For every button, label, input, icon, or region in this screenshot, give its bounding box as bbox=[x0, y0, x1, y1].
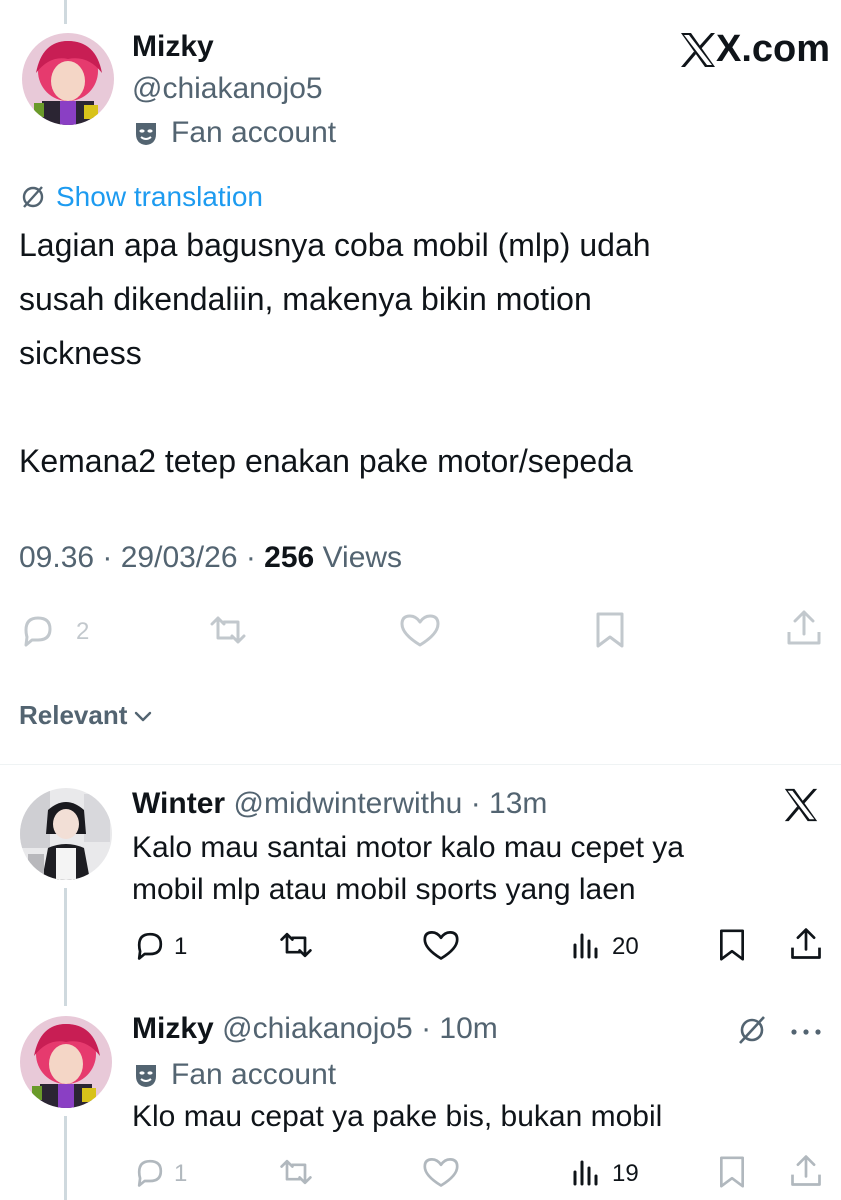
x-logo-icon bbox=[678, 30, 718, 70]
author-handle[interactable]: @midwinterwithu bbox=[234, 787, 463, 820]
tweet-text-line: Lagian apa bagusnya coba mobil (mlp) uda… bbox=[19, 227, 651, 263]
post-time[interactable]: · 13m bbox=[462, 787, 548, 820]
reply-count: 2 bbox=[76, 618, 90, 645]
x-brand: X.com bbox=[678, 28, 830, 71]
sort-selector[interactable]: Relevant bbox=[19, 700, 153, 731]
views-icon[interactable] bbox=[570, 1156, 602, 1193]
reply-icon[interactable] bbox=[18, 610, 58, 655]
sort-label[interactable]: Relevant bbox=[19, 700, 127, 731]
reply-text-line: Kalo mau santai motor kalo mau cepet ya bbox=[132, 831, 684, 864]
share-icon[interactable] bbox=[784, 608, 824, 653]
share-icon[interactable] bbox=[788, 926, 824, 967]
like-icon[interactable] bbox=[421, 1154, 461, 1195]
thread-line-reply1 bbox=[64, 888, 67, 1006]
divider bbox=[0, 764, 841, 765]
retweet-icon[interactable] bbox=[276, 927, 316, 968]
translate-icon bbox=[20, 184, 46, 210]
reply-header: Winter @midwinterwithu · 13m bbox=[132, 787, 547, 821]
like-icon[interactable] bbox=[421, 927, 461, 968]
show-translation-button[interactable]: Show translation bbox=[20, 181, 263, 213]
tweet-text-line: Kemana2 tetep enakan pake motor/sepeda bbox=[19, 443, 633, 479]
avatar[interactable] bbox=[20, 788, 112, 880]
views-label: Views bbox=[314, 541, 403, 574]
thread-line-reply2 bbox=[64, 1116, 67, 1200]
tweet-text-line: susah dikendaliin, makenya bikin motion bbox=[19, 281, 592, 317]
bookmark-icon[interactable] bbox=[716, 927, 748, 968]
thread-line-top bbox=[64, 0, 67, 24]
bookmark-icon[interactable] bbox=[716, 1154, 748, 1195]
tweet-meta: 09.36 · 29/03/26 · 256 Views bbox=[19, 541, 402, 575]
author-name[interactable]: Mizky bbox=[132, 1012, 214, 1045]
fan-account-badge: Fan account bbox=[133, 116, 336, 150]
author-handle[interactable]: @chiakanojo5 bbox=[132, 72, 323, 106]
more-icon[interactable] bbox=[790, 1024, 822, 1042]
share-icon[interactable] bbox=[788, 1153, 824, 1194]
avatar[interactable] bbox=[22, 33, 114, 125]
views-icon[interactable] bbox=[570, 929, 602, 966]
reply-text: Kalo mau santai motor kalo mau cepet ya … bbox=[132, 827, 822, 911]
tweet-text-line: sickness bbox=[19, 335, 142, 371]
timestamp[interactable]: 09.36 · 29/03/26 · bbox=[19, 541, 264, 574]
reply-icon[interactable] bbox=[132, 927, 168, 968]
reply-count: 1 bbox=[174, 1160, 188, 1187]
badge-label: Fan account bbox=[171, 1058, 337, 1091]
badge-label: Fan account bbox=[171, 116, 337, 149]
reply-text: Klo mau cepat ya pake bis, bukan mobil bbox=[132, 1100, 663, 1133]
theater-mask-icon bbox=[133, 1062, 159, 1088]
reply-icon[interactable] bbox=[132, 1154, 168, 1195]
fan-account-badge: Fan account bbox=[133, 1058, 336, 1092]
views-count: 20 bbox=[612, 933, 639, 960]
bookmark-icon[interactable] bbox=[592, 610, 628, 655]
show-translation-label[interactable]: Show translation bbox=[56, 181, 263, 213]
theater-mask-icon bbox=[133, 120, 159, 146]
like-icon[interactable] bbox=[398, 610, 442, 655]
grok-icon[interactable] bbox=[736, 1014, 768, 1051]
reply-text-line: mobil mlp atau mobil sports yang laen bbox=[132, 873, 636, 906]
post-time[interactable]: · 10m bbox=[413, 1012, 498, 1045]
x-logo-icon[interactable] bbox=[782, 786, 820, 829]
chevron-down-icon bbox=[133, 706, 153, 726]
brand-text: X.com bbox=[716, 28, 831, 70]
reply-count: 1 bbox=[174, 933, 188, 960]
retweet-icon[interactable] bbox=[206, 610, 250, 655]
reply-header: Mizky @chiakanojo5 · 10m bbox=[132, 1012, 498, 1046]
views-count: 256 bbox=[264, 541, 315, 574]
avatar[interactable] bbox=[20, 1016, 112, 1108]
retweet-icon[interactable] bbox=[276, 1154, 316, 1195]
author-handle[interactable]: @chiakanojo5 bbox=[222, 1012, 413, 1045]
tweet-text: Lagian apa bagusnya coba mobil (mlp) uda… bbox=[19, 218, 819, 380]
author-name[interactable]: Mizky bbox=[132, 30, 214, 64]
views-count: 19 bbox=[612, 1160, 639, 1187]
author-name[interactable]: Winter bbox=[132, 787, 225, 820]
